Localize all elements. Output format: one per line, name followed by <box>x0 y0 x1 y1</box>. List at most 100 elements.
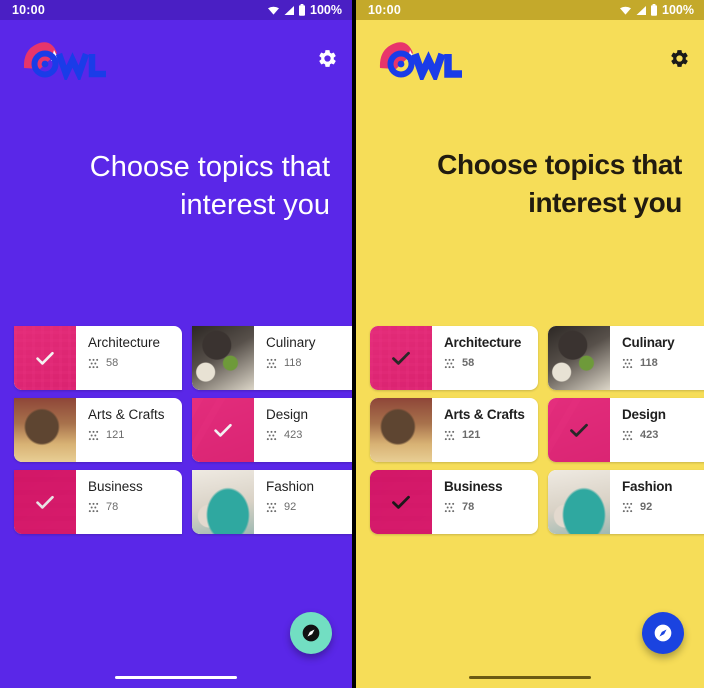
battery-percentage: 100% <box>310 3 342 17</box>
topic-count: 78 <box>462 501 475 513</box>
topic-meta: 118 <box>266 357 352 369</box>
grain-icon <box>622 502 633 513</box>
topic-thumbnail <box>14 398 76 462</box>
topic-card-body: Arts & Crafts 121 <box>432 398 538 462</box>
topic-card-arts-crafts[interactable]: Arts & Crafts 121 <box>14 398 182 462</box>
topic-card-body: Design 423 <box>610 398 704 462</box>
owl-logo <box>18 36 114 80</box>
selected-overlay <box>14 326 76 390</box>
topic-photo <box>14 398 76 462</box>
topic-row: Arts & Crafts 121 Design 423 <box>370 398 704 462</box>
status-bar: 10:00 100% <box>356 0 704 20</box>
explore-fab[interactable] <box>642 612 684 654</box>
topic-grid: Architecture 58 Culinary 118 Arts & Craf… <box>356 326 704 534</box>
topic-thumbnail <box>192 470 254 534</box>
topic-thumbnail <box>14 326 76 390</box>
topic-count: 58 <box>462 357 475 369</box>
status-icon-group: 100% <box>619 3 694 17</box>
status-icon-group: 100% <box>267 3 342 17</box>
topic-thumbnail <box>192 326 254 390</box>
selected-overlay <box>192 398 254 462</box>
topic-thumbnail <box>192 398 254 462</box>
gesture-pill[interactable] <box>115 676 237 679</box>
topic-count: 423 <box>284 429 303 441</box>
status-bar: 10:00 100% <box>0 0 352 20</box>
topic-card-design[interactable]: Design 423 <box>548 398 704 462</box>
selected-overlay <box>548 398 610 462</box>
topic-count: 58 <box>106 357 119 369</box>
topic-row: Arts & Crafts 121 Design 423 <box>14 398 352 462</box>
topic-card-culinary[interactable]: Culinary 118 <box>192 326 352 390</box>
topic-count: 118 <box>640 357 658 369</box>
explore-fab[interactable] <box>290 612 332 654</box>
check-icon <box>214 423 232 437</box>
page-title: Choose topics that interest you <box>437 149 682 218</box>
topic-grid: Architecture 58 Culinary 118 Arts & Craf… <box>0 326 352 534</box>
gear-icon[interactable] <box>317 48 338 69</box>
topic-meta: 78 <box>444 501 538 513</box>
topic-count: 118 <box>284 357 302 369</box>
gesture-nav-bar <box>0 676 352 679</box>
page-title: Choose topics that interest you <box>89 151 330 221</box>
topic-card-business[interactable]: Business 78 <box>370 470 538 534</box>
grain-icon <box>266 502 277 513</box>
topic-title: Design <box>622 407 666 422</box>
check-icon <box>570 423 588 437</box>
signal-icon <box>283 5 295 16</box>
topic-thumbnail <box>548 398 610 462</box>
topic-title: Fashion <box>266 479 315 494</box>
topic-title: Arts & Crafts <box>444 407 525 422</box>
topic-title: Arts & Crafts <box>88 407 165 422</box>
topic-card-fashion[interactable]: Fashion 92 <box>192 470 352 534</box>
topic-card-body: Architecture 58 <box>432 326 538 390</box>
phone-screen-purple-theme: 10:00 100% Choose topics that interest y… <box>0 0 352 688</box>
topic-card-body: Design 423 <box>254 398 352 462</box>
check-icon <box>36 351 54 365</box>
topic-card-design[interactable]: Design 423 <box>192 398 352 462</box>
topic-title: Fashion <box>622 479 673 494</box>
check-icon <box>392 351 410 365</box>
topic-card-body: Architecture 58 <box>76 326 182 390</box>
topic-thumbnail <box>548 470 610 534</box>
topic-card-fashion[interactable]: Fashion 92 <box>548 470 704 534</box>
topic-thumbnail <box>370 470 432 534</box>
topic-title: Business <box>88 479 143 494</box>
grain-icon <box>266 358 277 369</box>
topic-row: Architecture 58 Culinary 118 <box>14 326 352 390</box>
topic-thumbnail <box>370 398 432 462</box>
topic-count: 121 <box>462 429 481 441</box>
topic-photo <box>548 326 610 390</box>
grain-icon <box>266 430 277 441</box>
wifi-icon <box>619 5 632 16</box>
battery-icon <box>650 4 658 16</box>
selected-overlay <box>370 470 432 534</box>
topic-card-business[interactable]: Business 78 <box>14 470 182 534</box>
topic-card-arts-crafts[interactable]: Arts & Crafts 121 <box>370 398 538 462</box>
dual-phone-comparison: 10:00 100% Choose topics that interest y… <box>0 0 704 688</box>
owl-logo <box>374 36 470 80</box>
topic-thumbnail <box>548 326 610 390</box>
topic-photo <box>548 470 610 534</box>
grain-icon <box>444 502 455 513</box>
grain-icon <box>444 358 455 369</box>
topic-card-body: Business 78 <box>432 470 538 534</box>
grain-icon <box>622 358 633 369</box>
compass-icon <box>302 624 320 642</box>
topic-card-culinary[interactable]: Culinary 118 <box>548 326 704 390</box>
gear-icon[interactable] <box>669 48 690 69</box>
topic-row: Business 78 Fashion 92 <box>370 470 704 534</box>
topic-title: Architecture <box>444 335 522 350</box>
topic-row: Business 78 Fashion 92 <box>14 470 352 534</box>
topic-card-architecture[interactable]: Architecture 58 <box>14 326 182 390</box>
gesture-pill[interactable] <box>469 676 591 679</box>
topic-meta: 121 <box>444 429 538 441</box>
app-bar <box>356 20 704 96</box>
topic-card-body: Arts & Crafts 121 <box>76 398 182 462</box>
grain-icon <box>88 502 99 513</box>
topic-title: Architecture <box>88 335 161 350</box>
topic-meta: 423 <box>622 429 704 441</box>
topic-row: Architecture 58 Culinary 118 <box>370 326 704 390</box>
topic-card-architecture[interactable]: Architecture 58 <box>370 326 538 390</box>
topic-photo <box>370 398 432 462</box>
selected-overlay <box>14 470 76 534</box>
